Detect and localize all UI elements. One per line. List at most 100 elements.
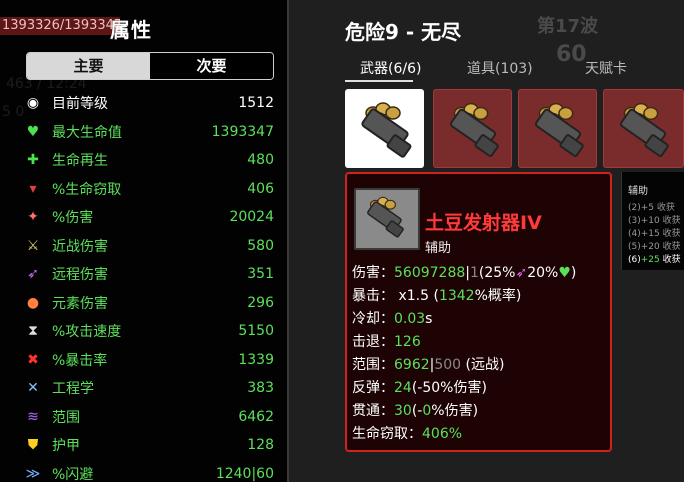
stat-value: 1393347	[211, 123, 274, 140]
pierce-open: (-	[411, 403, 423, 419]
weapon-type: 辅助	[425, 241, 452, 256]
stat-label: 最大生命值	[52, 124, 122, 141]
stat-row[interactable]: ✕ 工程学 383	[24, 377, 274, 399]
cooldown-label: 冷却：	[352, 311, 394, 327]
stat-row[interactable]: ✚ 生命再生 480	[24, 149, 274, 171]
potato-launcher-icon	[450, 102, 499, 157]
lifesteal-label: 生命窃取：	[352, 426, 422, 442]
damage-label: 伤害：	[352, 265, 394, 281]
range-label: 范围：	[352, 357, 394, 373]
stat-row[interactable]: ➶ 远程伤害 351	[24, 263, 274, 285]
stat-value: 5150	[238, 323, 274, 339]
bow-icon: ➶	[515, 265, 528, 281]
set-bonus-line: (5)+20 收获	[628, 242, 681, 252]
stat-row[interactable]: ≋ 范围 6462	[24, 406, 274, 428]
cooldown-value: 0.03	[394, 311, 426, 327]
stat-row[interactable]: ⚔ 近战伤害 580	[24, 235, 274, 257]
stat-label: %闪避	[52, 466, 94, 482]
bounce-suffix: (-50%伤害)	[411, 380, 487, 396]
crit-icon: ✖	[27, 351, 39, 368]
bounce-line: 反弹：24(-50%伤害)	[352, 377, 487, 397]
tab-items[interactable]: 道具(103)	[467, 58, 533, 78]
stats-panel: 1393326/1393347 463 / 12:24 5 0 属性 主要 次要…	[0, 0, 287, 482]
stat-value: 406	[247, 180, 274, 197]
stat-value: 1512	[238, 95, 274, 111]
bounce-value: 24	[394, 380, 412, 396]
knockback-line: 击退：126	[352, 331, 421, 351]
fire-icon: ●	[26, 294, 40, 311]
stat-row[interactable]: ⧗ %攻击速度 5150	[24, 320, 274, 342]
tab-secondary[interactable]: 次要	[150, 53, 273, 79]
range-icon: ≋	[27, 408, 39, 425]
knockback-label: 击退：	[352, 334, 394, 350]
knockback-value: 126	[394, 334, 421, 350]
bow-icon: ➶	[27, 266, 39, 282]
stat-value: 1339	[238, 351, 274, 368]
weapon-slot-4[interactable]	[603, 89, 684, 168]
weapon-slot-2[interactable]	[433, 89, 512, 168]
weapon-slot-1[interactable]	[345, 89, 424, 168]
stat-row[interactable]: ◉ 目前等级 1512	[24, 92, 274, 114]
crit-multiplier: x1.5	[398, 288, 430, 304]
regen-icon: ✚	[27, 152, 39, 168]
stat-value: 296	[247, 294, 274, 311]
cooldown-unit: s	[425, 311, 433, 327]
wave-count: 60	[556, 42, 587, 67]
stat-row[interactable]: ⛊ 护甲 128	[24, 434, 274, 456]
stat-row[interactable]: ✦ %伤害 20024	[24, 206, 274, 228]
weapon-name: 土豆发射器IV	[425, 212, 542, 234]
range-value: 6962	[394, 357, 430, 373]
damage-line: 伤害：56097288|1(25%➶20%♥)	[352, 265, 577, 281]
pierce-suffix: %伤害)	[431, 403, 479, 419]
sword-icon: ⚔	[26, 237, 40, 254]
pierce-line: 贯通：30(-0%伤害)	[352, 400, 478, 420]
set-bonus-count: (6)	[628, 255, 641, 265]
potato-launcher-icon	[361, 102, 412, 158]
stat-value: 480	[247, 152, 274, 168]
stat-label: 近战伤害	[52, 238, 108, 255]
stat-row[interactable]: ♥ 最大生命值 1393347	[24, 121, 274, 143]
heart-icon: ♥	[558, 265, 571, 281]
stat-value: 20024	[229, 209, 274, 225]
set-bonus-line-active: (6)+25 收获	[628, 252, 681, 265]
stats-title: 属性	[110, 18, 152, 42]
stat-label: %暴击率	[52, 352, 108, 369]
weapon-slot-3[interactable]	[518, 89, 597, 168]
set-bonus-stat: 收获	[659, 255, 681, 265]
stat-value: 128	[247, 437, 274, 453]
stat-label: %生命窃取	[52, 181, 122, 198]
tab-talent-cards[interactable]: 天赋卡	[585, 58, 627, 78]
ghost-text-2: 5 0	[2, 104, 25, 120]
stat-row[interactable]: ● 元素伤害 296	[24, 292, 274, 314]
shield-icon: ⛊	[27, 437, 39, 453]
tab-underline	[345, 80, 413, 82]
damage-icon: ✦	[27, 209, 39, 225]
bounce-label: 反弹：	[352, 380, 394, 396]
tab-weapons[interactable]: 武器(6/6)	[360, 58, 421, 78]
stat-label: 目前等级	[52, 96, 108, 112]
pierce-value: 30	[394, 403, 412, 419]
crit-line: 暴击： x1.5 (1342%概率)	[352, 285, 521, 305]
damage-base: 1	[469, 265, 479, 281]
damage-value: 56097288	[394, 265, 466, 281]
stat-value: 6462	[238, 408, 274, 425]
wave-label: 第17波	[537, 16, 599, 37]
lifesteal-icon: ▾	[29, 180, 37, 197]
stat-label: 远程伤害	[52, 267, 108, 283]
stat-row[interactable]: ▾ %生命窃取 406	[24, 178, 274, 200]
damage-scaling-2: 20%	[527, 265, 559, 281]
stat-label: %伤害	[52, 210, 94, 226]
stat-row[interactable]: ≫ %闪避 1240|60	[24, 463, 274, 482]
weapon-detail-card: 土豆发射器IV 辅助 伤害：56097288|1(25%➶20%♥) 暴击： x…	[345, 172, 612, 452]
panel-divider	[287, 0, 289, 482]
stat-row[interactable]: ✖ %暴击率 1339	[24, 349, 274, 371]
damage-scaling-1: (25%	[478, 265, 516, 281]
hourglass-icon: ⧗	[28, 323, 38, 339]
potato-launcher-icon	[620, 102, 669, 157]
stat-label: 护甲	[52, 438, 80, 454]
dodge-icon: ≫	[25, 465, 41, 482]
set-bonus-title: 辅助	[628, 186, 648, 197]
tab-primary[interactable]: 主要	[27, 53, 150, 79]
stat-label: %攻击速度	[52, 324, 122, 340]
stat-label: 工程学	[52, 381, 94, 397]
